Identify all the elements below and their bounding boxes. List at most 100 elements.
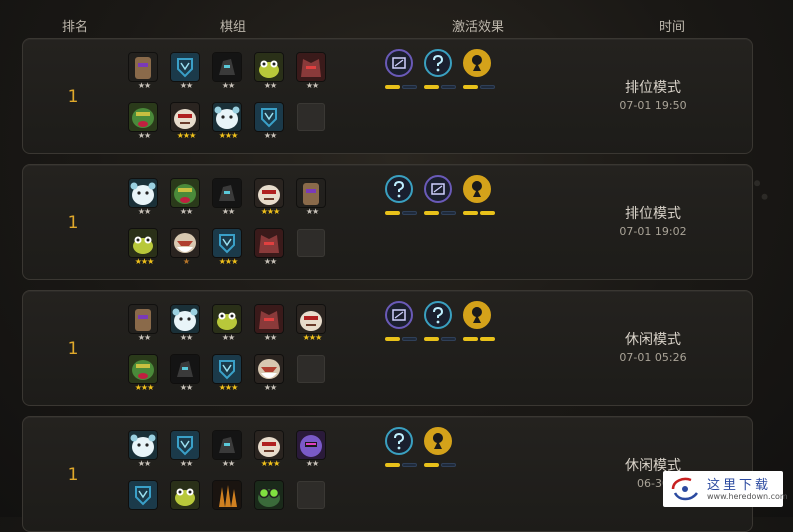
chess-piece[interactable]: ★★ [171,53,201,97]
green-troll-icon [129,103,157,131]
gold-emblem-icon [424,427,452,455]
chess-piece[interactable]: ★★ [171,431,201,475]
chess-piece[interactable]: ★★ [171,179,201,223]
chess-piece[interactable] [129,481,159,525]
match-time: 07-01 05:26 [619,351,687,364]
chess-piece[interactable]: ★★ [129,53,159,97]
purple-mage-icon [297,431,325,459]
empty-piece-slot [297,355,327,399]
chess-piece[interactable]: ★★★ [297,305,327,349]
empty-slot [297,355,325,383]
chess-piece[interactable]: ★★★ [171,103,201,147]
empty-piece-slot [297,481,327,525]
trait-level-segment [480,211,495,215]
star-rating: ★★ [221,459,235,468]
chess-piece[interactable]: ★★ [255,355,285,399]
star-rating: ★★ [179,459,193,468]
match-record-card[interactable]: 1 ★★ ★★ ★★ ★★ ★★★ ★★★ ★★ ★★★ ★★ 休闲模式 07-01 05:26 [22,290,753,406]
trait-level-segment [441,211,456,215]
trait-badge[interactable] [385,175,417,219]
chess-piece[interactable]: ★★★ [213,355,243,399]
star-rating: ★★★ [134,257,155,266]
chess-piece[interactable] [213,481,243,525]
chess-piece[interactable]: ★★ [171,305,201,349]
chess-piece[interactable]: ★★ [255,103,285,147]
chess-piece[interactable]: ★★★ [213,103,243,147]
star-rating: ★★★ [260,207,281,216]
trait-level-segment [441,337,456,341]
chess-piece[interactable]: ★★★ [213,229,243,273]
chess-piece[interactable]: ★★ [297,431,327,475]
star-rating: ★★ [179,81,193,90]
chess-piece[interactable]: ★★ [213,179,243,223]
trait-level-segment [441,463,456,467]
chess-piece[interactable]: ★★ [255,229,285,273]
chess-piece[interactable]: ★★ [171,355,201,399]
table-header: 排名 棋组 激活效果 时间 [0,0,793,38]
chess-piece[interactable]: ★★ [213,305,243,349]
header-traits: 激活效果 [452,20,505,35]
chess-piece[interactable]: ★★ [255,53,285,97]
trait-badge[interactable] [424,427,456,471]
chess-piece[interactable] [171,481,201,525]
chess-piece[interactable]: ★ [171,229,201,273]
match-time: 07-01 19:50 [619,99,687,112]
chess-piece[interactable]: ★★ [129,179,159,223]
trait-level-segment [385,211,400,215]
chess-piece[interactable]: ★★ [213,431,243,475]
chess-piece[interactable]: ★★★ [255,431,285,475]
trait-level-bars [463,85,495,90]
trait-level-segment [402,211,417,215]
trait-level-segment [480,337,495,341]
trait-badge[interactable] [385,301,417,345]
match-record-card[interactable]: 1 ★★ ★★ ★★ ★★ ★★ ★★ ★★★ ★★★ ★★ 排位模式 07-01 19:50 [22,38,753,154]
trait-badge[interactable] [424,301,456,345]
trait-level-segment [402,85,417,89]
chess-piece[interactable]: ★★ [297,53,327,97]
star-rating: ★★★ [218,131,239,140]
chess-piece[interactable]: ★★ [129,431,159,475]
white-beard-icon [255,355,283,383]
star-rating: ★★ [137,207,151,216]
trait-badge[interactable] [463,301,495,345]
star-rating: ★★ [263,81,277,90]
red-ogre-icon [255,229,283,257]
white-bear-icon [129,179,157,207]
red-ogre-icon [297,53,325,81]
game-mode: 休闲模式 [625,332,681,348]
blue-shield-icon [171,431,199,459]
yellow-frog-icon [171,481,199,509]
chess-piece[interactable]: ★★★ [129,355,159,399]
gold-emblem-icon [463,175,491,203]
white-yeti-icon [255,431,283,459]
trait-level-segment [424,463,439,467]
chess-piece[interactable]: ★★ [129,305,159,349]
trait-badge[interactable] [463,49,495,93]
trait-badge[interactable] [463,175,495,219]
chess-piece[interactable]: ★★ [213,53,243,97]
cyan-question-icon [385,175,413,203]
watermark-title: 这里下载 [707,478,772,493]
red-ogre-icon [255,305,283,333]
purple-tome-icon [424,175,452,203]
chess-piece[interactable]: ★★ [255,305,285,349]
chess-piece[interactable] [255,481,285,525]
match-record-card[interactable]: 1 ★★ ★★ ★★ ★★★ ★★ ★★★ ★ ★★★ ★★ 排位模式 07-01 19:02 [22,164,753,280]
trait-level-segment [480,85,495,89]
star-rating: ★★ [137,459,151,468]
header-lineup: 棋组 [220,20,247,35]
purple-tome-icon [385,49,413,77]
trait-level-bars [385,463,417,468]
chess-piece[interactable]: ★★★ [129,229,159,273]
yellow-frog-icon [255,53,283,81]
trait-badge[interactable] [385,427,417,471]
trait-badge[interactable] [385,49,417,93]
trait-badge[interactable] [424,175,456,219]
match-record-card[interactable]: 1 ★★ ★★ ★★ ★★★ ★★ 休闲模式 06-30 [22,416,753,532]
chess-piece[interactable]: ★★ [129,103,159,147]
trait-badge[interactable] [424,49,456,93]
chess-piece[interactable]: ★★★ [255,179,285,223]
chess-piece[interactable]: ★★ [297,179,327,223]
game-mode: 排位模式 [625,80,681,96]
white-beard-icon [171,229,199,257]
